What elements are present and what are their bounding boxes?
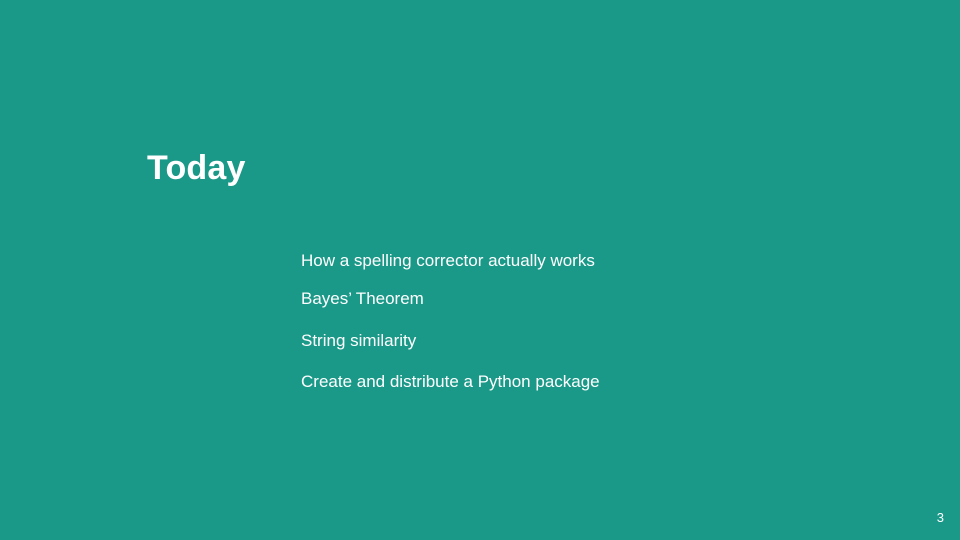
slide-title: Today xyxy=(147,149,246,187)
slide: Today How a spelling corrector actually … xyxy=(0,0,960,540)
agenda-item: Bayes’ Theorem xyxy=(301,289,424,308)
agenda-item: String similarity xyxy=(301,331,417,350)
agenda-item: How a spelling corrector actually works xyxy=(301,251,595,270)
agenda-item: Create and distribute a Python package xyxy=(301,372,600,391)
slide-page-number: 3 xyxy=(936,510,944,525)
